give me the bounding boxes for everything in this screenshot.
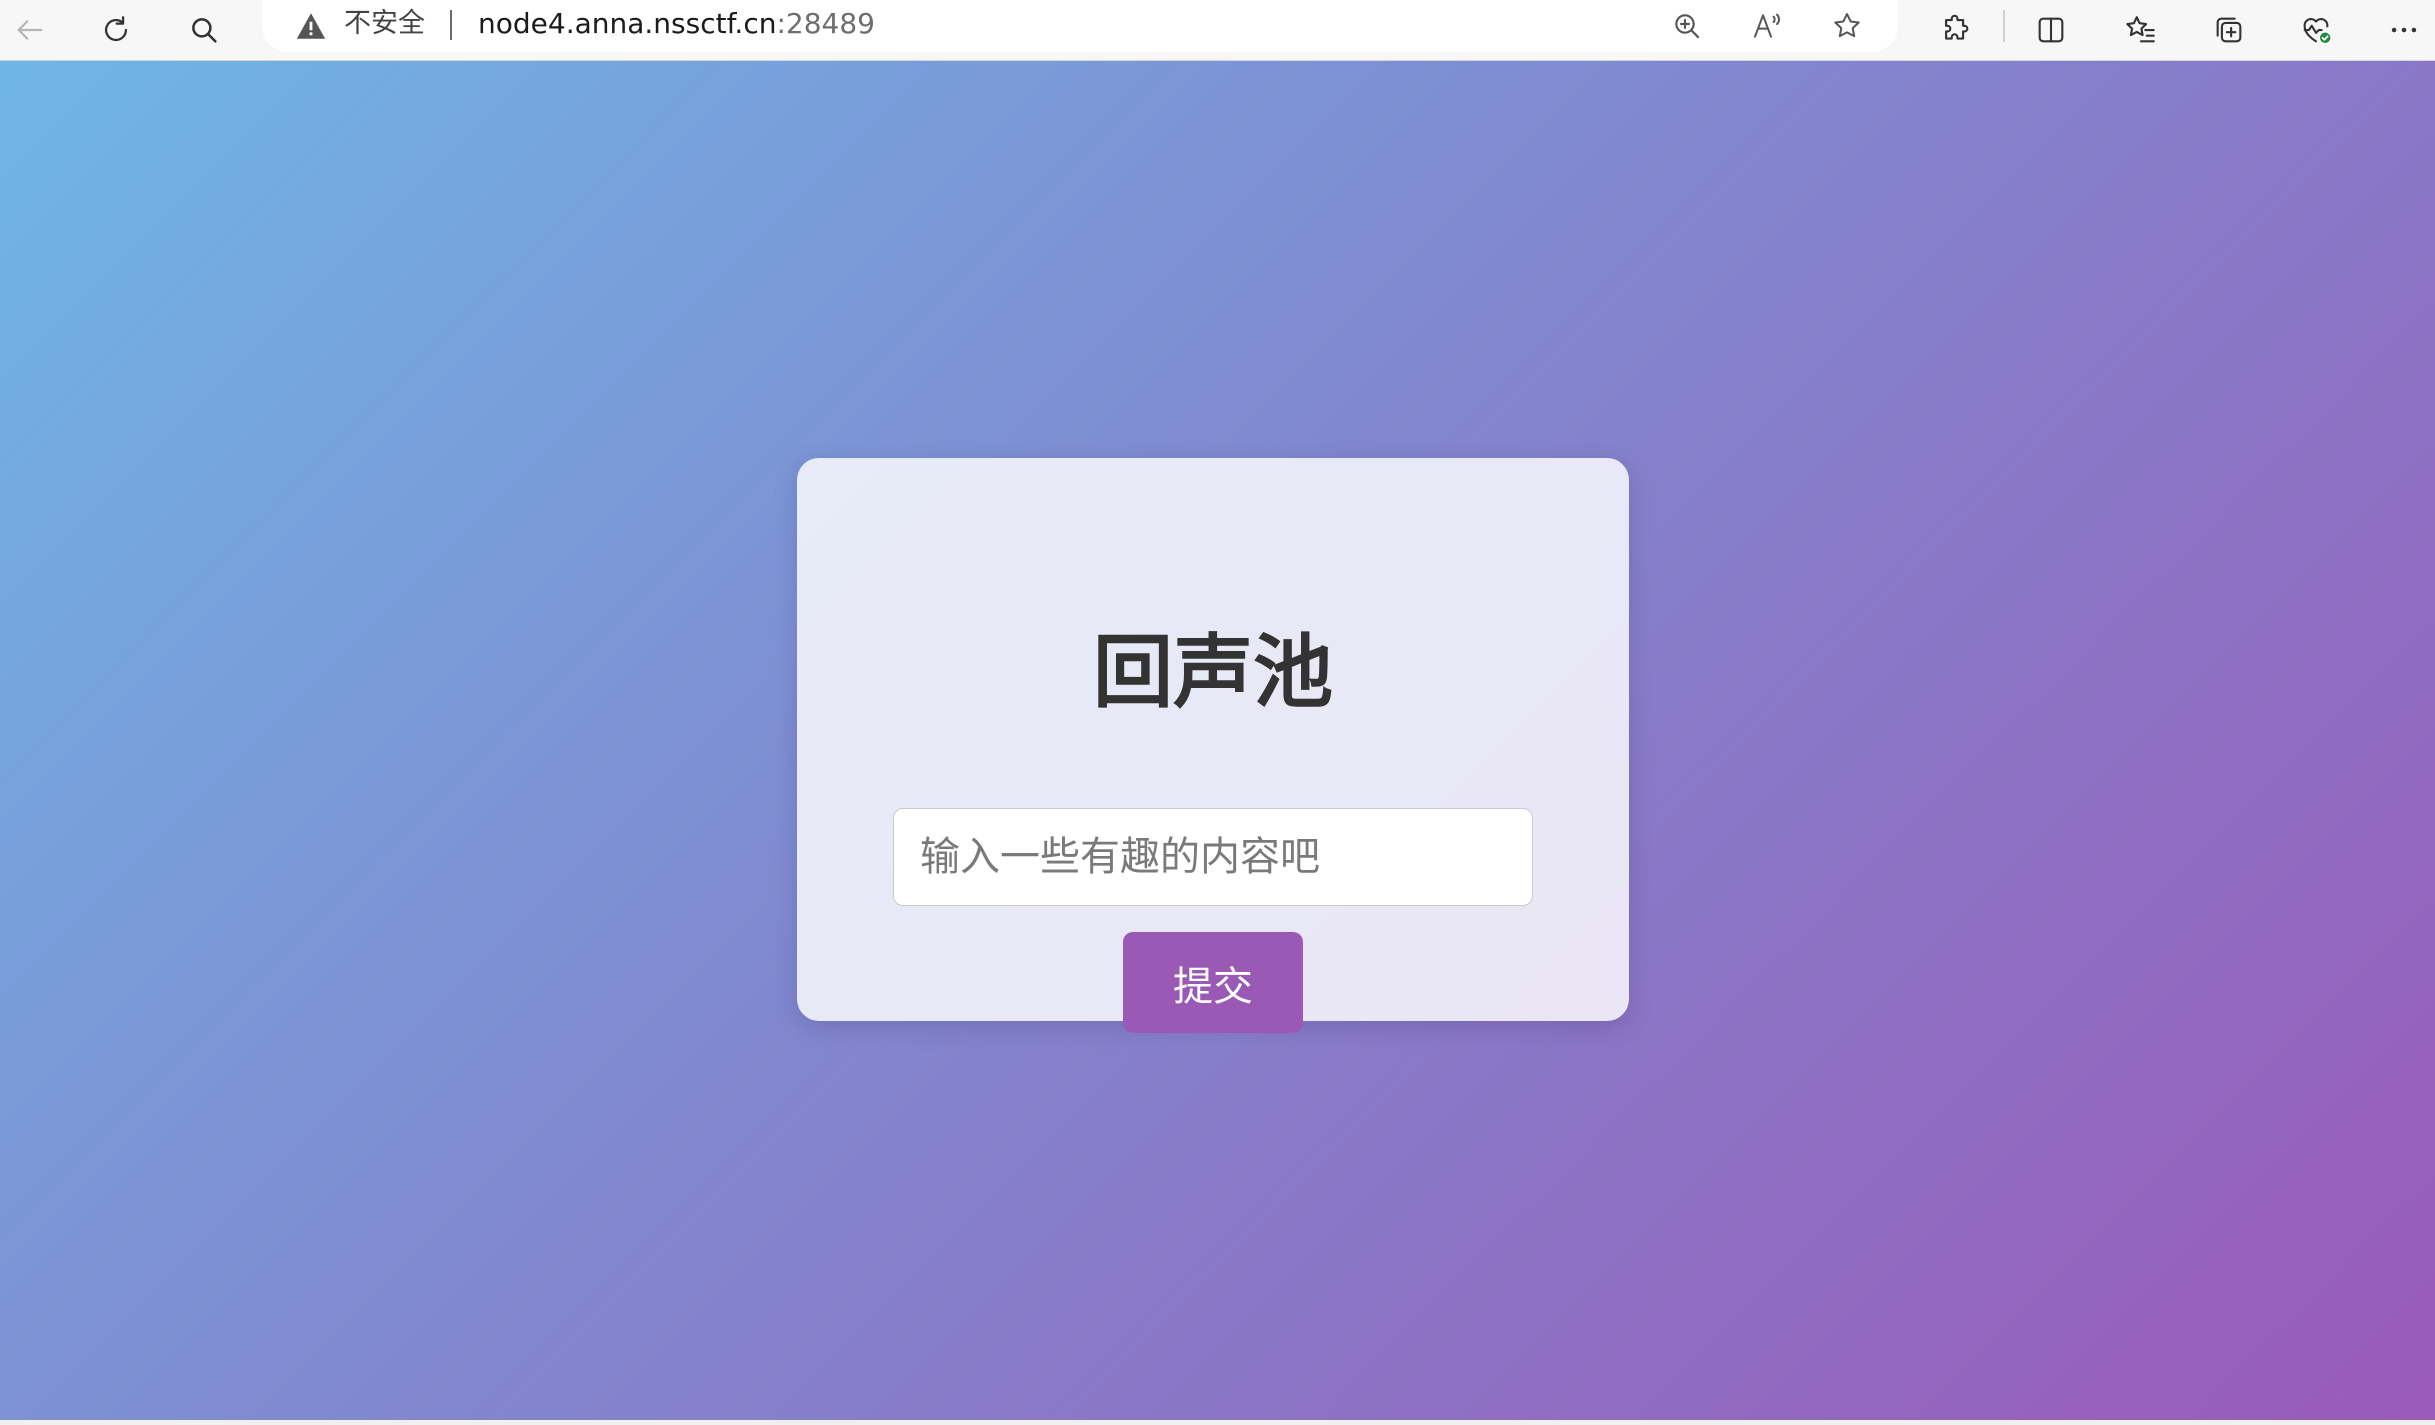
more-dots-icon[interactable] (2378, 4, 2430, 56)
search-icon[interactable] (178, 4, 230, 56)
url-port: :28489 (776, 7, 875, 40)
star-icon[interactable] (1828, 7, 1866, 45)
url-text[interactable]: node4.anna.nssctf.cn:28489 (478, 0, 875, 48)
collections-icon[interactable] (2203, 4, 2255, 56)
url-host: node4.anna.nssctf.cn (478, 7, 777, 40)
submit-button[interactable]: 提交 (1123, 932, 1303, 1033)
content-input[interactable] (893, 808, 1533, 906)
warning-triangle-icon[interactable] (294, 9, 328, 43)
toolbar-separator (2003, 10, 2005, 42)
security-label[interactable]: 不安全 (344, 0, 425, 48)
split-screen-icon[interactable] (2025, 4, 2077, 56)
page-title: 回声池 (1093, 626, 1333, 719)
echo-card: 回声池 提交 (797, 458, 1629, 1033)
puzzle-icon[interactable] (1930, 4, 1982, 56)
address-divider (450, 10, 452, 40)
browser-toolbar: 不安全 node4.anna.nssctf.cn:28489 (0, 0, 2435, 61)
heartbeat-icon[interactable] (2290, 4, 2342, 56)
back-arrow-icon[interactable] (4, 4, 56, 56)
read-aloud-icon[interactable] (1748, 7, 1786, 45)
refresh-icon[interactable] (90, 4, 142, 56)
zoom-in-icon[interactable] (1668, 7, 1706, 45)
address-bar[interactable]: 不安全 node4.anna.nssctf.cn:28489 (262, 0, 1898, 52)
page-viewport: 回声池 提交 (0, 61, 2435, 1420)
favorites-list-icon[interactable] (2115, 4, 2167, 56)
bottom-strip (0, 1420, 2435, 1425)
